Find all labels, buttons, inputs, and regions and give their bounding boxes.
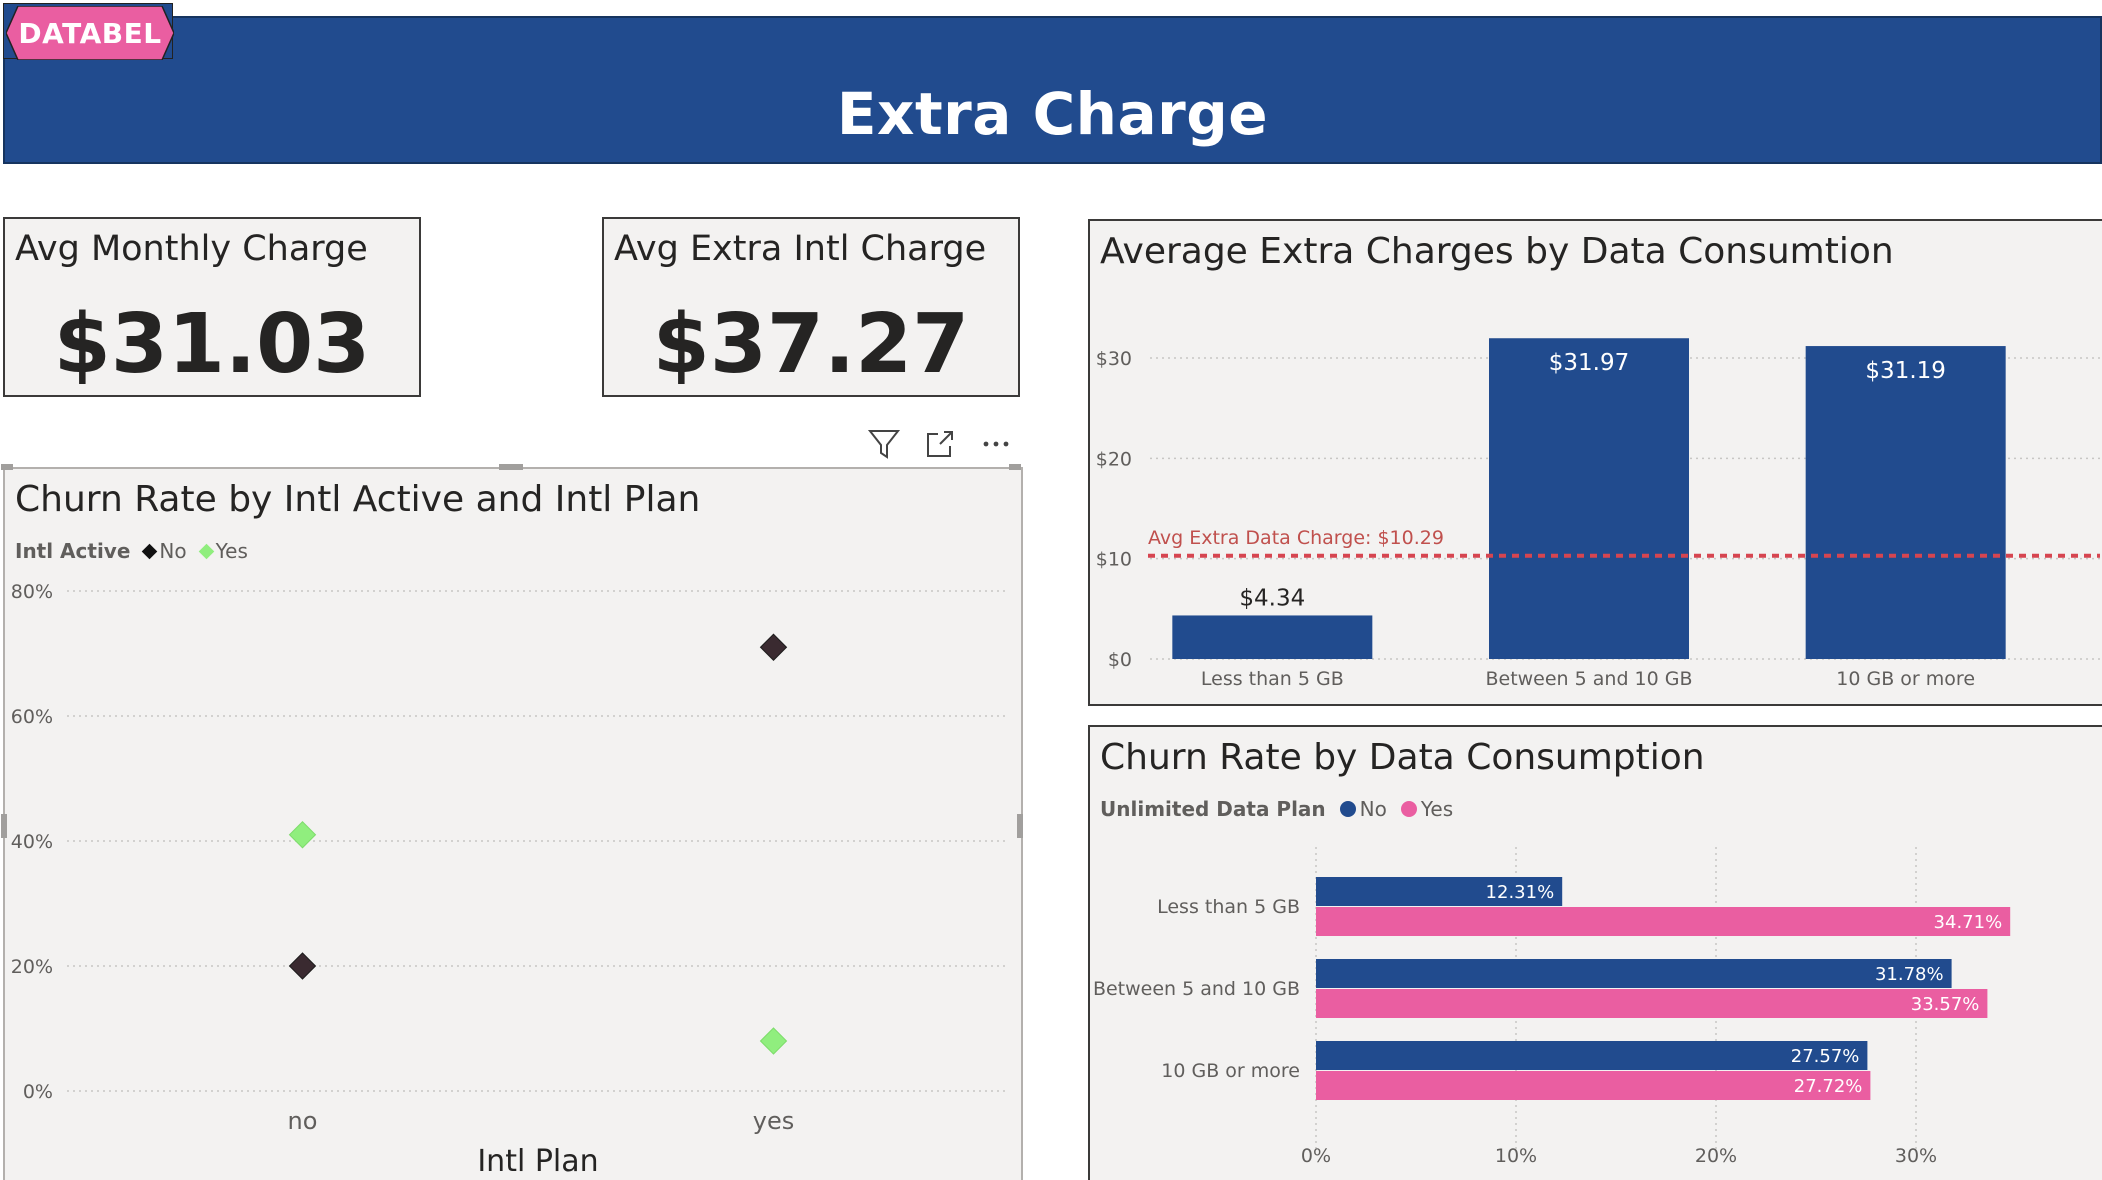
reference-line-label: Avg Extra Data Charge: $10.29 (1148, 527, 1444, 549)
bar-no (1316, 1041, 1868, 1070)
y-tick-label: 20% (11, 956, 53, 978)
resize-handle-top-right[interactable] (1009, 464, 1021, 470)
resize-handle-top[interactable] (499, 464, 523, 470)
hbar-chart: 0% 10% 20% 30% Less than 5 GB 12.31% 34.71% Bet… (1093, 847, 2011, 1167)
page-title: Extra Charge (836, 80, 1269, 148)
scatter-point-no (288, 952, 317, 980)
bar (1489, 338, 1689, 659)
kpi-value: $31.03 (53, 297, 371, 392)
scatter-point-no (759, 633, 788, 661)
bar-data-label: 12.31% (1486, 882, 1555, 903)
bar-data-label: 33.57% (1911, 994, 1980, 1015)
logo-text: DATABEL (18, 17, 162, 50)
x-tick-label: yes (753, 1107, 794, 1135)
bar-data-label: 27.57% (1791, 1046, 1860, 1067)
bar-yes (1316, 1071, 1871, 1100)
filter-icon[interactable] (864, 426, 904, 462)
resize-handle-left[interactable] (1, 814, 7, 838)
bar-data-label: 31.78% (1875, 964, 1944, 985)
resize-handle-top-left[interactable] (1, 464, 13, 470)
bar-panel: Average Extra Charges by Data Consumtion… (1088, 219, 2102, 706)
y-tick-label: $10 (1096, 549, 1132, 571)
scatter-panel[interactable]: Churn Rate by Intl Active and Intl Plan … (1, 464, 1023, 1180)
y-tick-label: Less than 5 GB (1157, 896, 1300, 918)
x-tick-label: 0% (1301, 1145, 1331, 1167)
kpi-value: $37.27 (652, 297, 970, 392)
y-tick-label: 0% (23, 1081, 53, 1103)
x-tick-label: Less than 5 GB (1201, 668, 1344, 690)
scatter-point-yes (288, 821, 317, 849)
x-axis-title: Intl Plan (477, 1144, 598, 1179)
x-tick-label: 30% (1895, 1145, 1937, 1167)
x-tick-label: no (288, 1107, 318, 1135)
scatter-point-yes (759, 1027, 788, 1055)
x-tick-label: Between 5 and 10 GB (1485, 668, 1692, 690)
bar-chart: $0 $10 $20 $30 $4.34 Less than 5 GB $31.97 Betw… (1096, 338, 2100, 690)
y-tick-label: 80% (11, 581, 53, 603)
bar-data-label: $31.97 (1549, 350, 1629, 376)
bar (1805, 346, 2006, 659)
kpi-label: Avg Monthly Charge (15, 229, 368, 269)
focus-mode-icon[interactable] (920, 426, 960, 462)
kpi-card-avg-extra-intl-charge: Avg Extra Intl Charge $37.27 (602, 217, 1020, 397)
bar-data-label: $4.34 (1239, 585, 1305, 611)
y-tick-label: $30 (1096, 348, 1132, 370)
bar-data-label: 34.71% (1934, 912, 2003, 933)
y-tick-label: $0 (1108, 649, 1132, 671)
kpi-label: Avg Extra Intl Charge (614, 229, 987, 269)
bar (1172, 615, 1373, 659)
scatter-chart: 0% 20% 40% 60% 80% no yes Intl Plan (11, 581, 1009, 1179)
hbar-panel: Churn Rate by Data Consumption Unlimited… (1088, 725, 2102, 1180)
bar-yes (1316, 989, 1988, 1018)
y-tick-label: Between 5 and 10 GB (1093, 978, 1300, 1000)
y-tick-label: $20 (1096, 448, 1132, 470)
bar-data-label: $31.19 (1865, 358, 1945, 384)
more-options-icon[interactable] (976, 426, 1016, 462)
x-tick-label: 10 GB or more (1836, 668, 1975, 690)
x-tick-label: 10% (1495, 1145, 1537, 1167)
bar-data-label: 27.72% (1794, 1076, 1863, 1097)
y-tick-label: 10 GB or more (1161, 1060, 1300, 1082)
visual-header-toolbar (860, 426, 1016, 462)
bar-yes (1316, 907, 2011, 936)
bar-no (1316, 959, 1952, 988)
header-banner: Extra Charge (3, 16, 2102, 164)
y-tick-label: 40% (11, 831, 53, 853)
y-tick-label: 60% (11, 706, 53, 728)
resize-handle-right[interactable] (1017, 814, 1023, 838)
x-tick-label: 20% (1695, 1145, 1737, 1167)
kpi-card-avg-monthly-charge: Avg Monthly Charge $31.03 (3, 217, 421, 397)
